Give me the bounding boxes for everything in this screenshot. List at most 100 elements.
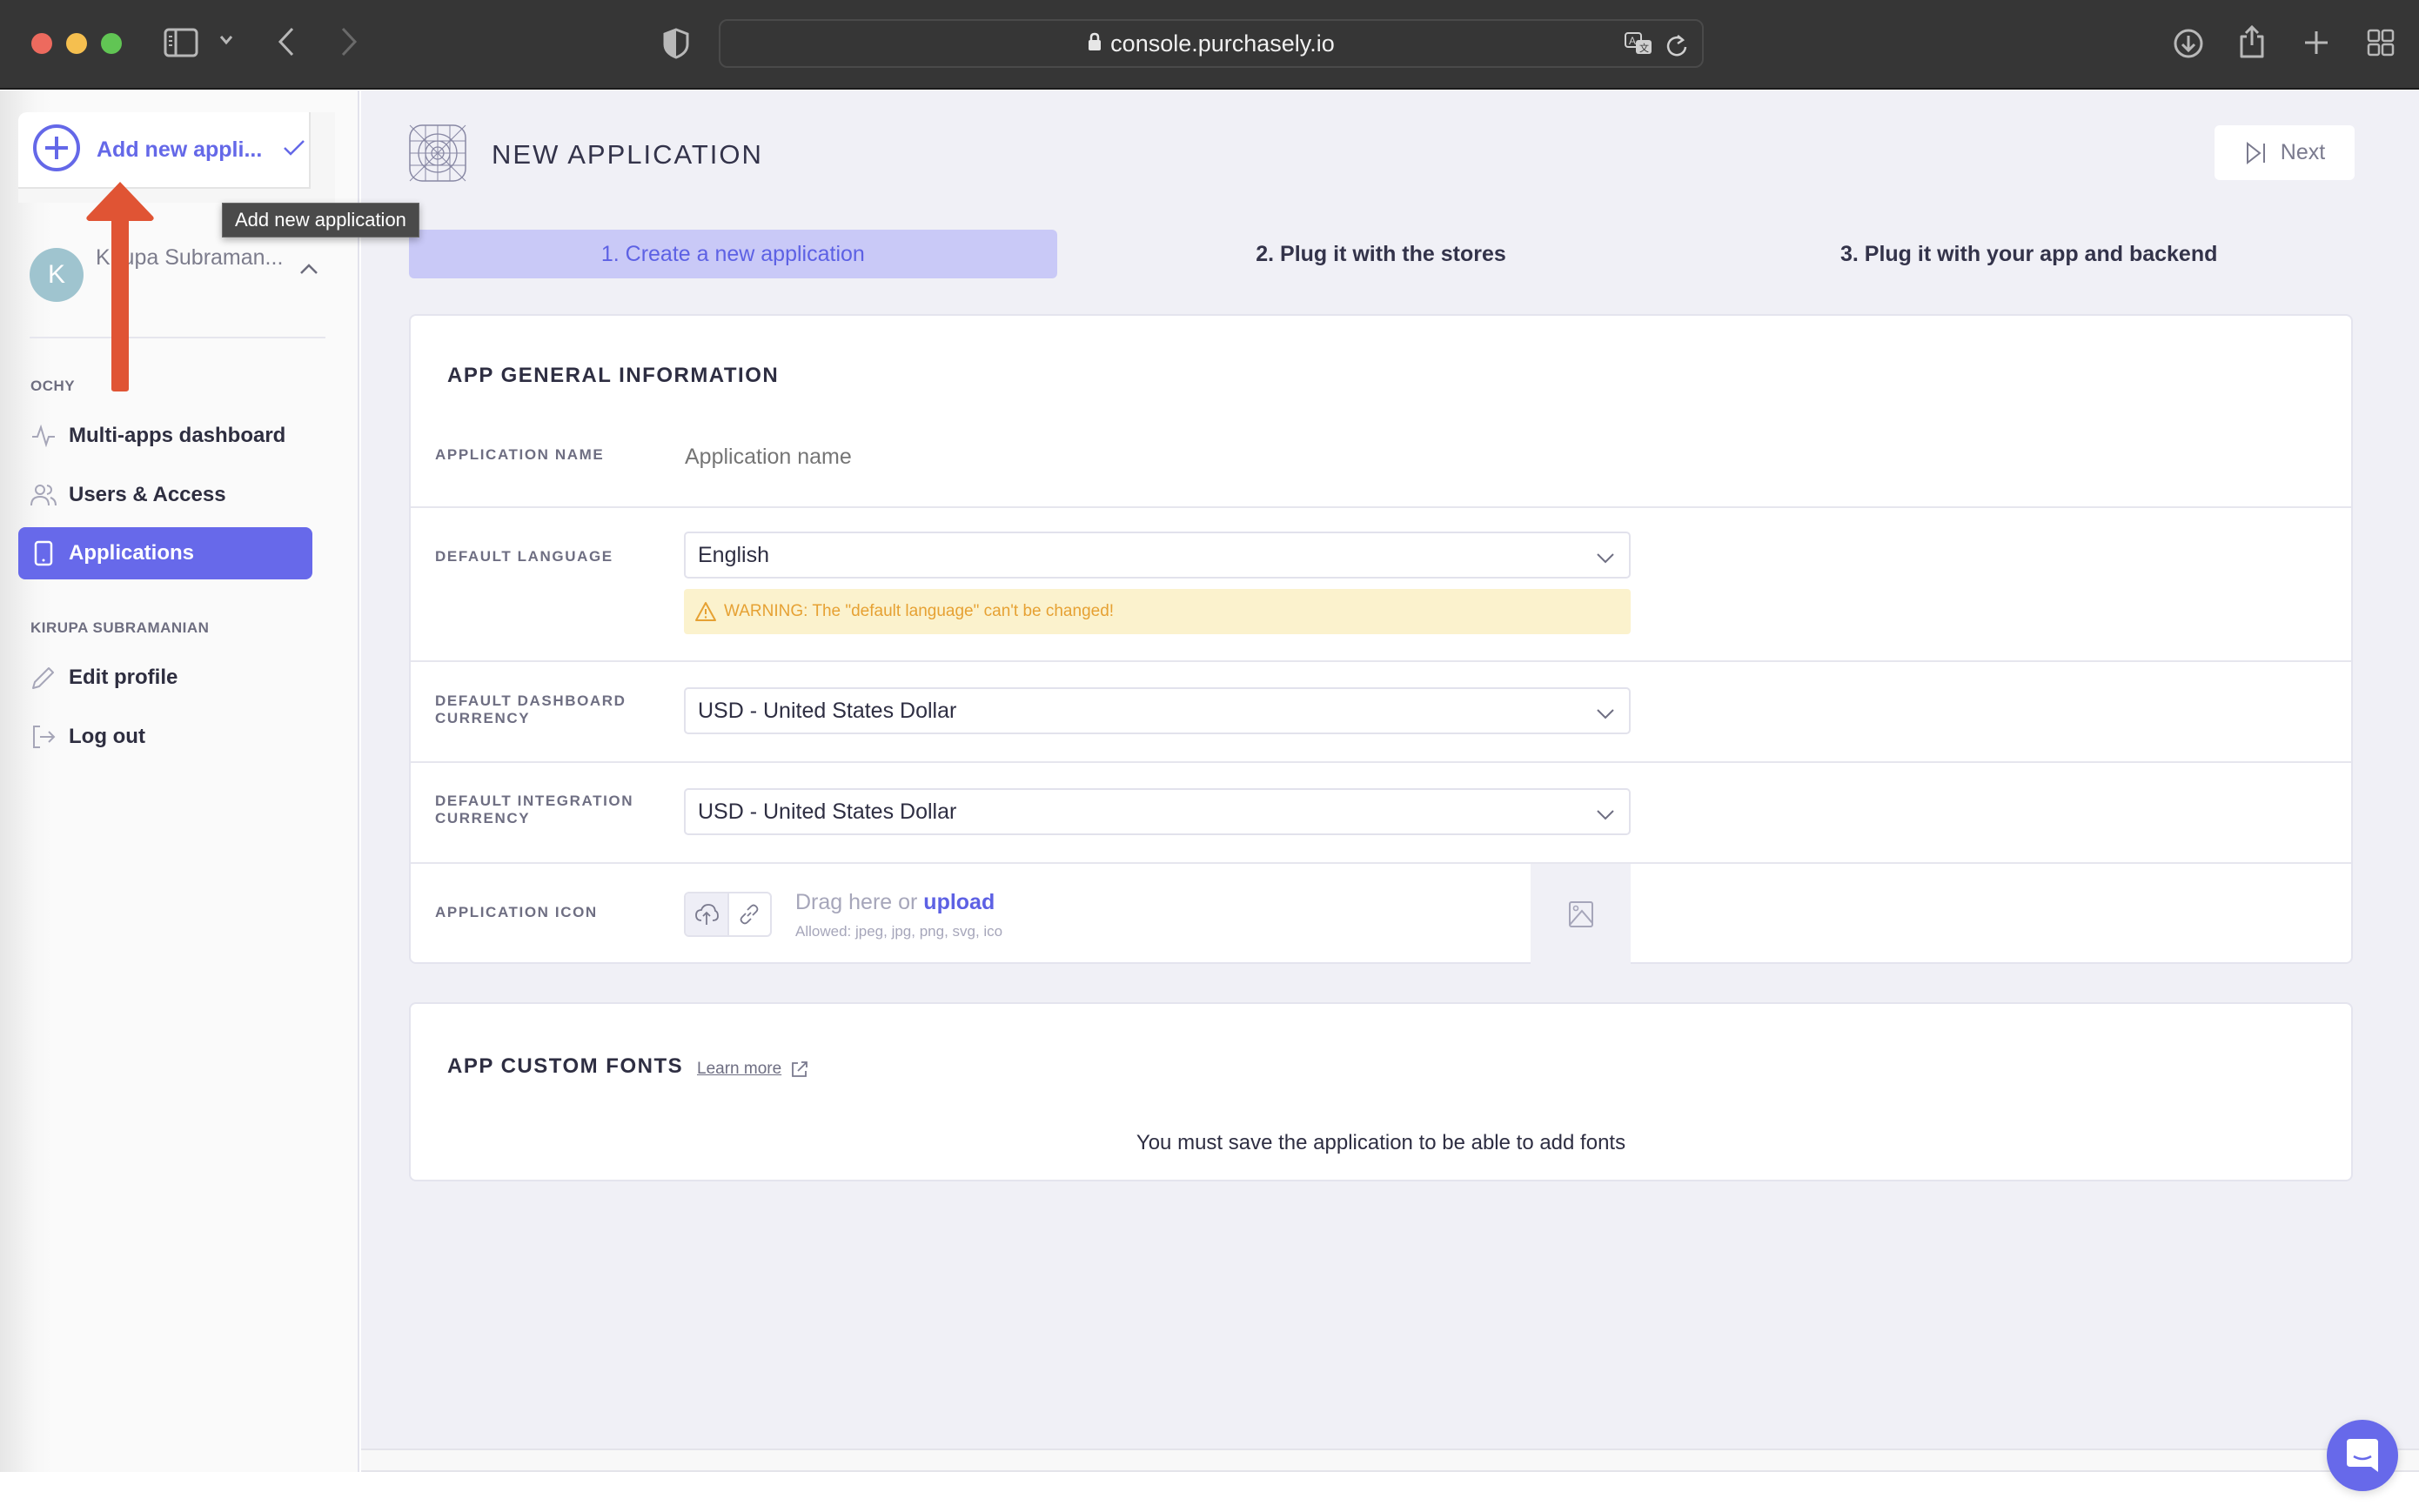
- step-plug-stores[interactable]: 2. Plug it with the stores: [1057, 230, 1705, 278]
- add-new-application-label: Add new appli...: [97, 137, 263, 162]
- share-icon[interactable]: [2238, 24, 2266, 59]
- forward-icon[interactable]: [339, 26, 358, 57]
- icon-source-toggle: [684, 892, 772, 937]
- integration-currency-label: DEFAULT INTEGRATION CURRENCY: [435, 793, 634, 826]
- fonts-save-message: You must save the application to be able…: [1136, 1131, 1626, 1154]
- step-plug-app-backend[interactable]: 3. Plug it with your app and backend: [1705, 230, 2353, 278]
- next-button[interactable]: Next: [2215, 125, 2355, 180]
- sidebar-item-label: Log out: [69, 725, 145, 748]
- address-bar[interactable]: console.purchasely.io A文: [719, 19, 1704, 68]
- chat-support-button[interactable]: [2327, 1420, 2398, 1491]
- svg-text:A: A: [1629, 35, 1636, 47]
- default-language-select[interactable]: English: [684, 532, 1631, 579]
- mobile-icon: [30, 540, 57, 566]
- upload-cloud-button[interactable]: [686, 893, 729, 935]
- learn-more-link[interactable]: Learn more: [697, 1060, 809, 1079]
- sidebar-item-label: Users & Access: [69, 483, 226, 506]
- add-new-application-tooltip: Add new application: [222, 203, 419, 238]
- page-title: NEW APPLICATION: [492, 139, 763, 170]
- sidebar-item-users-access[interactable]: Users & Access: [18, 469, 312, 521]
- app-general-information-card: APP GENERAL INFORMATION APPLICATION NAME…: [409, 314, 2353, 964]
- warning-text: WARNING: The "default language" can't be…: [724, 602, 1115, 620]
- pencil-icon: [30, 665, 57, 691]
- chat-icon: [2347, 1439, 2378, 1472]
- lock-icon: [1088, 30, 1102, 57]
- upload-cloud-icon: [694, 904, 719, 925]
- sidebar-item-applications[interactable]: Applications: [18, 527, 312, 579]
- main-footer-bar: [361, 1448, 2419, 1472]
- application-name-input[interactable]: [685, 445, 1555, 470]
- sidebar-item-edit-profile[interactable]: Edit profile: [18, 652, 312, 704]
- chevron-down-icon: [1596, 802, 1615, 827]
- integration-currency-value: USD - United States Dollar: [698, 799, 957, 824]
- plus-circle-icon: [32, 124, 81, 177]
- activity-icon: [30, 423, 57, 449]
- chevron-up-icon[interactable]: [299, 263, 318, 279]
- icon-preview-dropzone[interactable]: [1531, 864, 1631, 964]
- sidebar: Add new appli... K Kirupa Subraman... OC…: [0, 90, 359, 1472]
- sidebar-item-label: Multi-apps dashboard: [69, 424, 286, 447]
- back-icon[interactable]: [277, 26, 296, 57]
- sidebar-item-multi-apps-dashboard[interactable]: Multi-apps dashboard: [18, 410, 312, 462]
- new-tab-icon[interactable]: [2303, 30, 2329, 56]
- minimize-window-button[interactable]: [66, 33, 87, 54]
- sidebar-divider: [30, 337, 325, 338]
- check-icon: [283, 139, 305, 161]
- link-url-button[interactable]: [729, 893, 771, 935]
- reload-icon[interactable]: [1665, 33, 1688, 64]
- chevron-down-icon: [1596, 545, 1615, 571]
- drag-here-text: Drag here or: [795, 890, 924, 914]
- chevron-down-icon: [1596, 701, 1615, 726]
- link-icon: [740, 904, 759, 925]
- allowed-formats-text: Allowed: jpeg, jpg, png, svg, ico: [795, 923, 1003, 940]
- image-placeholder-icon: [1568, 900, 1593, 927]
- tab-overview-icon[interactable]: [2367, 29, 2395, 57]
- translate-icon[interactable]: A文: [1624, 31, 1655, 64]
- annotation-arrow-icon: [86, 182, 154, 391]
- logout-icon: [30, 724, 57, 750]
- skip-next-icon: [2246, 141, 2265, 164]
- zoom-window-button[interactable]: [101, 33, 122, 54]
- warning-icon: [695, 602, 716, 621]
- sidebar-section-title: KIRUPA SUBRAMANIAN: [30, 619, 210, 636]
- upload-link[interactable]: upload: [923, 890, 995, 914]
- url-text: console.purchasely.io: [1110, 30, 1335, 57]
- chevron-down-icon[interactable]: [219, 35, 233, 45]
- drag-upload-text: Drag here or upload: [795, 890, 995, 915]
- svg-text:文: 文: [1639, 42, 1649, 54]
- external-link-icon: [792, 1061, 808, 1077]
- dashboard-currency-label: DEFAULT DASHBOARD CURRENCY: [435, 692, 627, 726]
- sidebar-item-label: Edit profile: [69, 666, 178, 689]
- shield-icon[interactable]: [663, 28, 689, 59]
- dashboard-currency-value: USD - United States Dollar: [698, 698, 957, 723]
- user-menu[interactable]: K Kirupa Subraman...: [30, 245, 325, 303]
- step-create-application[interactable]: 1. Create a new application: [409, 230, 1057, 278]
- sidebar-section-title: OCHY: [30, 378, 76, 394]
- sidebar-item-label: Applications: [69, 541, 195, 565]
- app-switcher: Add new appli...: [18, 112, 335, 203]
- stepper: 1. Create a new application 2. Plug it w…: [409, 230, 2353, 278]
- default-language-label: DEFAULT LANGUAGE: [435, 548, 613, 565]
- next-button-label: Next: [2280, 140, 2326, 164]
- app-custom-fonts-card: APP CUSTOM FONTS Learn more You must sav…: [409, 1002, 2353, 1181]
- add-new-application-button[interactable]: Add new appli...: [18, 112, 311, 189]
- dashboard-currency-select[interactable]: USD - United States Dollar: [684, 687, 1631, 734]
- learn-more-label: Learn more: [697, 1060, 782, 1078]
- default-language-value: English: [698, 542, 769, 567]
- close-window-button[interactable]: [31, 33, 52, 54]
- dashboard-currency-row: DEFAULT DASHBOARD CURRENCY USD - United …: [411, 660, 2351, 759]
- default-language-row: DEFAULT LANGUAGE English WARNING: The "d…: [411, 506, 2351, 659]
- integration-currency-row: DEFAULT INTEGRATION CURRENCY USD - Unite…: [411, 761, 2351, 860]
- app-placeholder-icon: [409, 124, 466, 182]
- browser-toolbar: console.purchasely.io A文: [0, 0, 2419, 90]
- integration-currency-select[interactable]: USD - United States Dollar: [684, 788, 1631, 835]
- users-icon: [30, 482, 57, 508]
- default-language-warning: WARNING: The "default language" can't be…: [684, 589, 1631, 634]
- sidebar-toggle-icon[interactable]: [164, 28, 198, 57]
- sidebar-item-log-out[interactable]: Log out: [18, 711, 312, 763]
- section-title: APP CUSTOM FONTS: [447, 1054, 684, 1078]
- application-icon-row: APPLICATION ICON Drag here or upload All…: [411, 862, 2351, 964]
- section-title: APP GENERAL INFORMATION: [447, 364, 780, 387]
- download-icon[interactable]: [2173, 28, 2204, 59]
- application-icon-label: APPLICATION ICON: [435, 904, 598, 920]
